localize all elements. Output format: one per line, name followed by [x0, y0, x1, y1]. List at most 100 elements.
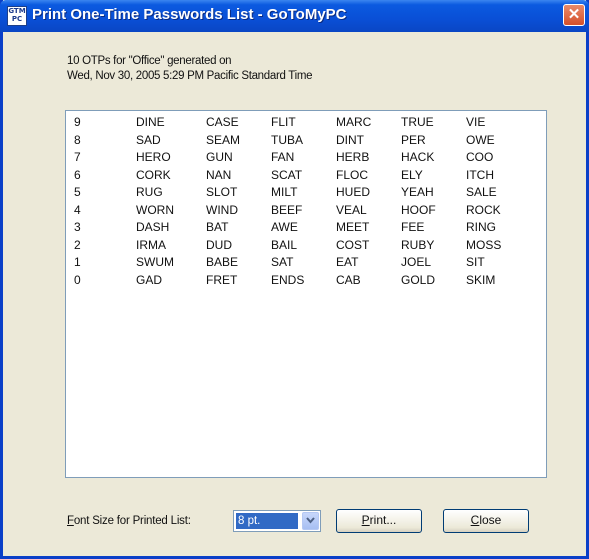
password-word: FRET [206, 272, 238, 287]
password-word: CASE [206, 115, 239, 129]
print-button[interactable]: Print... [336, 509, 422, 533]
password-index: 5 [74, 185, 81, 199]
password-word: MEET [336, 220, 370, 234]
password-word: RUBY [401, 237, 435, 252]
password-word: FLIT [271, 115, 296, 129]
password-list[interactable]: 9 DINE CASE FLIT MARC TRUE VIE 8 SAD SEAM TUBA DINT… [65, 110, 547, 478]
print-label: rint... [369, 513, 397, 527]
password-index: 6 [74, 167, 81, 182]
password-row: 0 GAD FRET ENDS CAB GOLD SKIM [66, 273, 546, 290]
password-row: 9 DINE CASE FLIT MARC TRUE VIE [66, 115, 546, 132]
password-row: 3 DASH BAT AWE MEET FEE RING [66, 220, 546, 237]
password-index: 7 [74, 150, 81, 164]
password-word: HOOF [401, 202, 436, 217]
password-index: 0 [74, 272, 81, 287]
password-word: TUBA [271, 132, 304, 147]
password-word: MARC [336, 115, 372, 129]
password-word: HACK [401, 150, 435, 164]
password-word: NAN [206, 167, 232, 182]
password-word: SAT [271, 255, 294, 269]
password-word: SLOT [206, 185, 238, 199]
password-word: HERO [136, 150, 171, 164]
password-word: WORN [136, 202, 174, 217]
password-word: SCAT [271, 167, 303, 182]
close-button[interactable]: Close [443, 509, 529, 533]
password-word: VIE [466, 115, 486, 129]
password-word: JOEL [401, 255, 432, 269]
password-word: WIND [206, 202, 238, 217]
password-index: 2 [74, 237, 81, 252]
password-word: IRMA [136, 237, 166, 252]
password-row: 4 WORN WIND BEEF VEAL HOOF ROCK [66, 203, 546, 220]
password-index: 1 [74, 255, 81, 269]
password-word: RUG [136, 185, 163, 199]
password-word: ITCH [466, 167, 494, 182]
password-word: GAD [136, 272, 163, 287]
password-word: YEAH [401, 185, 434, 199]
window-title: Print One-Time Passwords List - GoToMyPC [32, 6, 347, 23]
window-close-button[interactable]: ✕ [563, 4, 585, 26]
password-word: MOSS [466, 237, 502, 252]
password-word: ELY [401, 167, 423, 182]
password-word: DASH [136, 220, 170, 234]
password-word: BABE [206, 255, 239, 269]
password-word: PER [401, 132, 426, 147]
password-word: SAD [136, 132, 161, 147]
password-word: MILT [271, 185, 298, 199]
password-word: SKIM [466, 272, 496, 287]
password-word: DUD [206, 237, 232, 252]
password-word: ROCK [466, 202, 501, 217]
password-word: ENDS [271, 272, 305, 287]
password-word: DINE [136, 115, 165, 129]
otp-info: 10 OTPs for "Office" generated on Wed, N… [67, 54, 313, 84]
password-word: VEAL [336, 202, 367, 217]
password-word: BEEF [271, 202, 303, 217]
password-row: 7 HERO GUN FAN HERB HACK COO [66, 150, 546, 167]
password-row: 5 RUG SLOT MILT HUED YEAH SALE [66, 185, 546, 202]
password-word: FLOC [336, 167, 369, 182]
password-word: SIT [466, 255, 485, 269]
password-word: CAB [336, 272, 361, 287]
password-word: SWUM [136, 255, 174, 269]
chevron-down-icon[interactable] [302, 512, 319, 530]
password-word: TRUE [401, 115, 434, 129]
password-index: 9 [74, 115, 81, 129]
font-size-select[interactable]: 8 pt. [233, 510, 321, 532]
password-index: 4 [74, 202, 81, 217]
close-label: lose [479, 513, 502, 527]
print-otp-dialog: GTM PC Print One-Time Passwords List - Go… [0, 0, 589, 559]
password-row: 2 IRMA DUD BAIL COST RUBY MOSS [66, 238, 546, 255]
password-word: AWE [271, 220, 298, 234]
password-word: EAT [336, 255, 359, 269]
password-word: DINT [336, 132, 364, 147]
password-word: BAT [206, 220, 229, 234]
password-word: FEE [401, 220, 425, 234]
password-index: 8 [74, 132, 81, 147]
password-row: 8 SAD SEAM TUBA DINT PER OWE [66, 133, 546, 150]
password-word: SEAM [206, 132, 241, 147]
font-size-label: Font Size for Printed List: [67, 515, 191, 527]
gotomypc-app-icon: GTM PC [7, 6, 27, 26]
password-word: GOLD [401, 272, 436, 287]
password-word: RING [466, 220, 496, 234]
password-word: SALE [466, 185, 497, 199]
password-word: BAIL [271, 237, 298, 252]
print-accel: P [361, 513, 370, 527]
password-word: COST [336, 237, 370, 252]
title-bar[interactable]: GTM PC Print One-Time Passwords List - Go… [0, 0, 589, 32]
password-word: FAN [271, 150, 295, 164]
password-row: 1 SWUM BABE SAT EAT JOEL SIT [66, 255, 546, 272]
password-word: GUN [206, 150, 233, 164]
otp-info-line2: Wed, Nov 30, 2005 5:29 PM Pacific Standa… [67, 70, 313, 82]
password-row: 6 CORK NAN SCAT FLOC ELY ITCH [66, 168, 546, 185]
font-size-label-text: ont Size for Printed List: [73, 515, 191, 527]
password-word: CORK [136, 167, 171, 182]
font-size-value: 8 pt. [236, 513, 298, 529]
dialog-footer: Font Size for Printed List: 8 pt. Print.… [3, 500, 586, 540]
password-index: 3 [74, 220, 81, 234]
password-word: HUED [336, 185, 371, 199]
password-word: OWE [466, 132, 495, 147]
font-size-label-accel: F [67, 515, 74, 527]
password-word: COO [466, 150, 494, 164]
password-word: HERB [336, 150, 370, 164]
